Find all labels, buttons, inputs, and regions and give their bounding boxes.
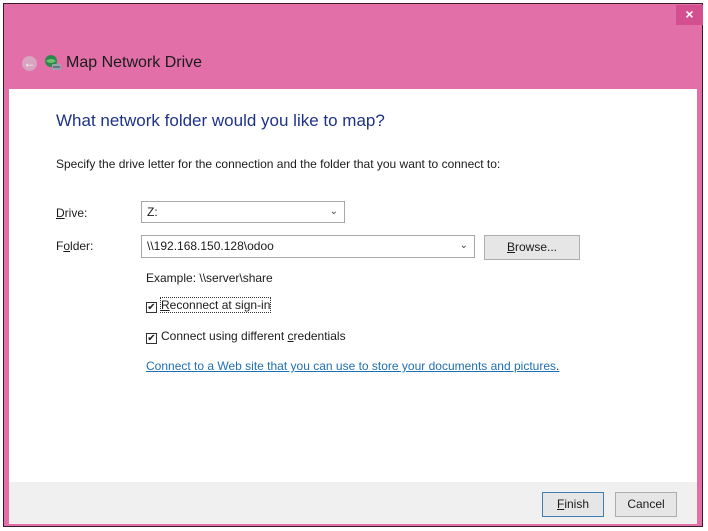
close-button[interactable]: × xyxy=(676,5,703,25)
link-suffix: . xyxy=(556,359,560,373)
window-title: Map Network Drive xyxy=(66,54,203,71)
credentials-label: Connect using different credentials xyxy=(161,329,346,343)
dialog-window: × ← Map Network Drive What network folde… xyxy=(3,3,703,527)
network-drive-icon xyxy=(45,55,61,70)
instruction-text: Specify the drive letter for the connect… xyxy=(56,157,501,171)
finish-button[interactable]: Finish xyxy=(542,492,604,517)
close-icon: × xyxy=(685,6,694,22)
web-site-link[interactable]: Connect to a Web site that you can use t… xyxy=(146,359,559,373)
page-heading: What network folder would you like to ma… xyxy=(56,111,385,130)
chevron-down-icon: ⌄ xyxy=(329,206,338,217)
web-site-link-text[interactable]: Connect to a Web site that you can use t… xyxy=(146,359,556,373)
folder-value: \\192.168.150.128\odoo xyxy=(147,239,274,253)
checkbox-check-icon: ✔ xyxy=(146,302,157,313)
browse-button[interactable]: Browse... xyxy=(484,235,580,260)
drive-value: Z: xyxy=(147,205,158,219)
title-bar: ← Map Network Drive xyxy=(4,46,702,82)
dialog-content: What network folder would you like to ma… xyxy=(9,89,697,482)
button-bar: Finish Cancel xyxy=(9,482,697,524)
back-button[interactable]: ← xyxy=(22,56,37,71)
back-arrow-icon: ← xyxy=(23,56,36,70)
folder-label: Folder: xyxy=(56,239,94,253)
folder-combobox[interactable]: \\192.168.150.128\odoo ⌄ xyxy=(141,235,475,258)
example-text: Example: \\server\share xyxy=(146,271,273,285)
drive-label: Drive: xyxy=(56,206,88,220)
reconnect-checkbox[interactable]: ✔ Reconnect at sign-in xyxy=(146,297,272,313)
cancel-button[interactable]: Cancel xyxy=(615,492,677,517)
chevron-down-icon: ⌄ xyxy=(459,240,468,251)
checkbox-check-icon: ✔ xyxy=(146,333,157,344)
credentials-checkbox[interactable]: ✔ Connect using different credentials xyxy=(146,329,346,344)
reconnect-label: Reconnect at sign-in xyxy=(159,297,272,313)
drive-select[interactable]: Z: ⌄ xyxy=(141,201,345,223)
